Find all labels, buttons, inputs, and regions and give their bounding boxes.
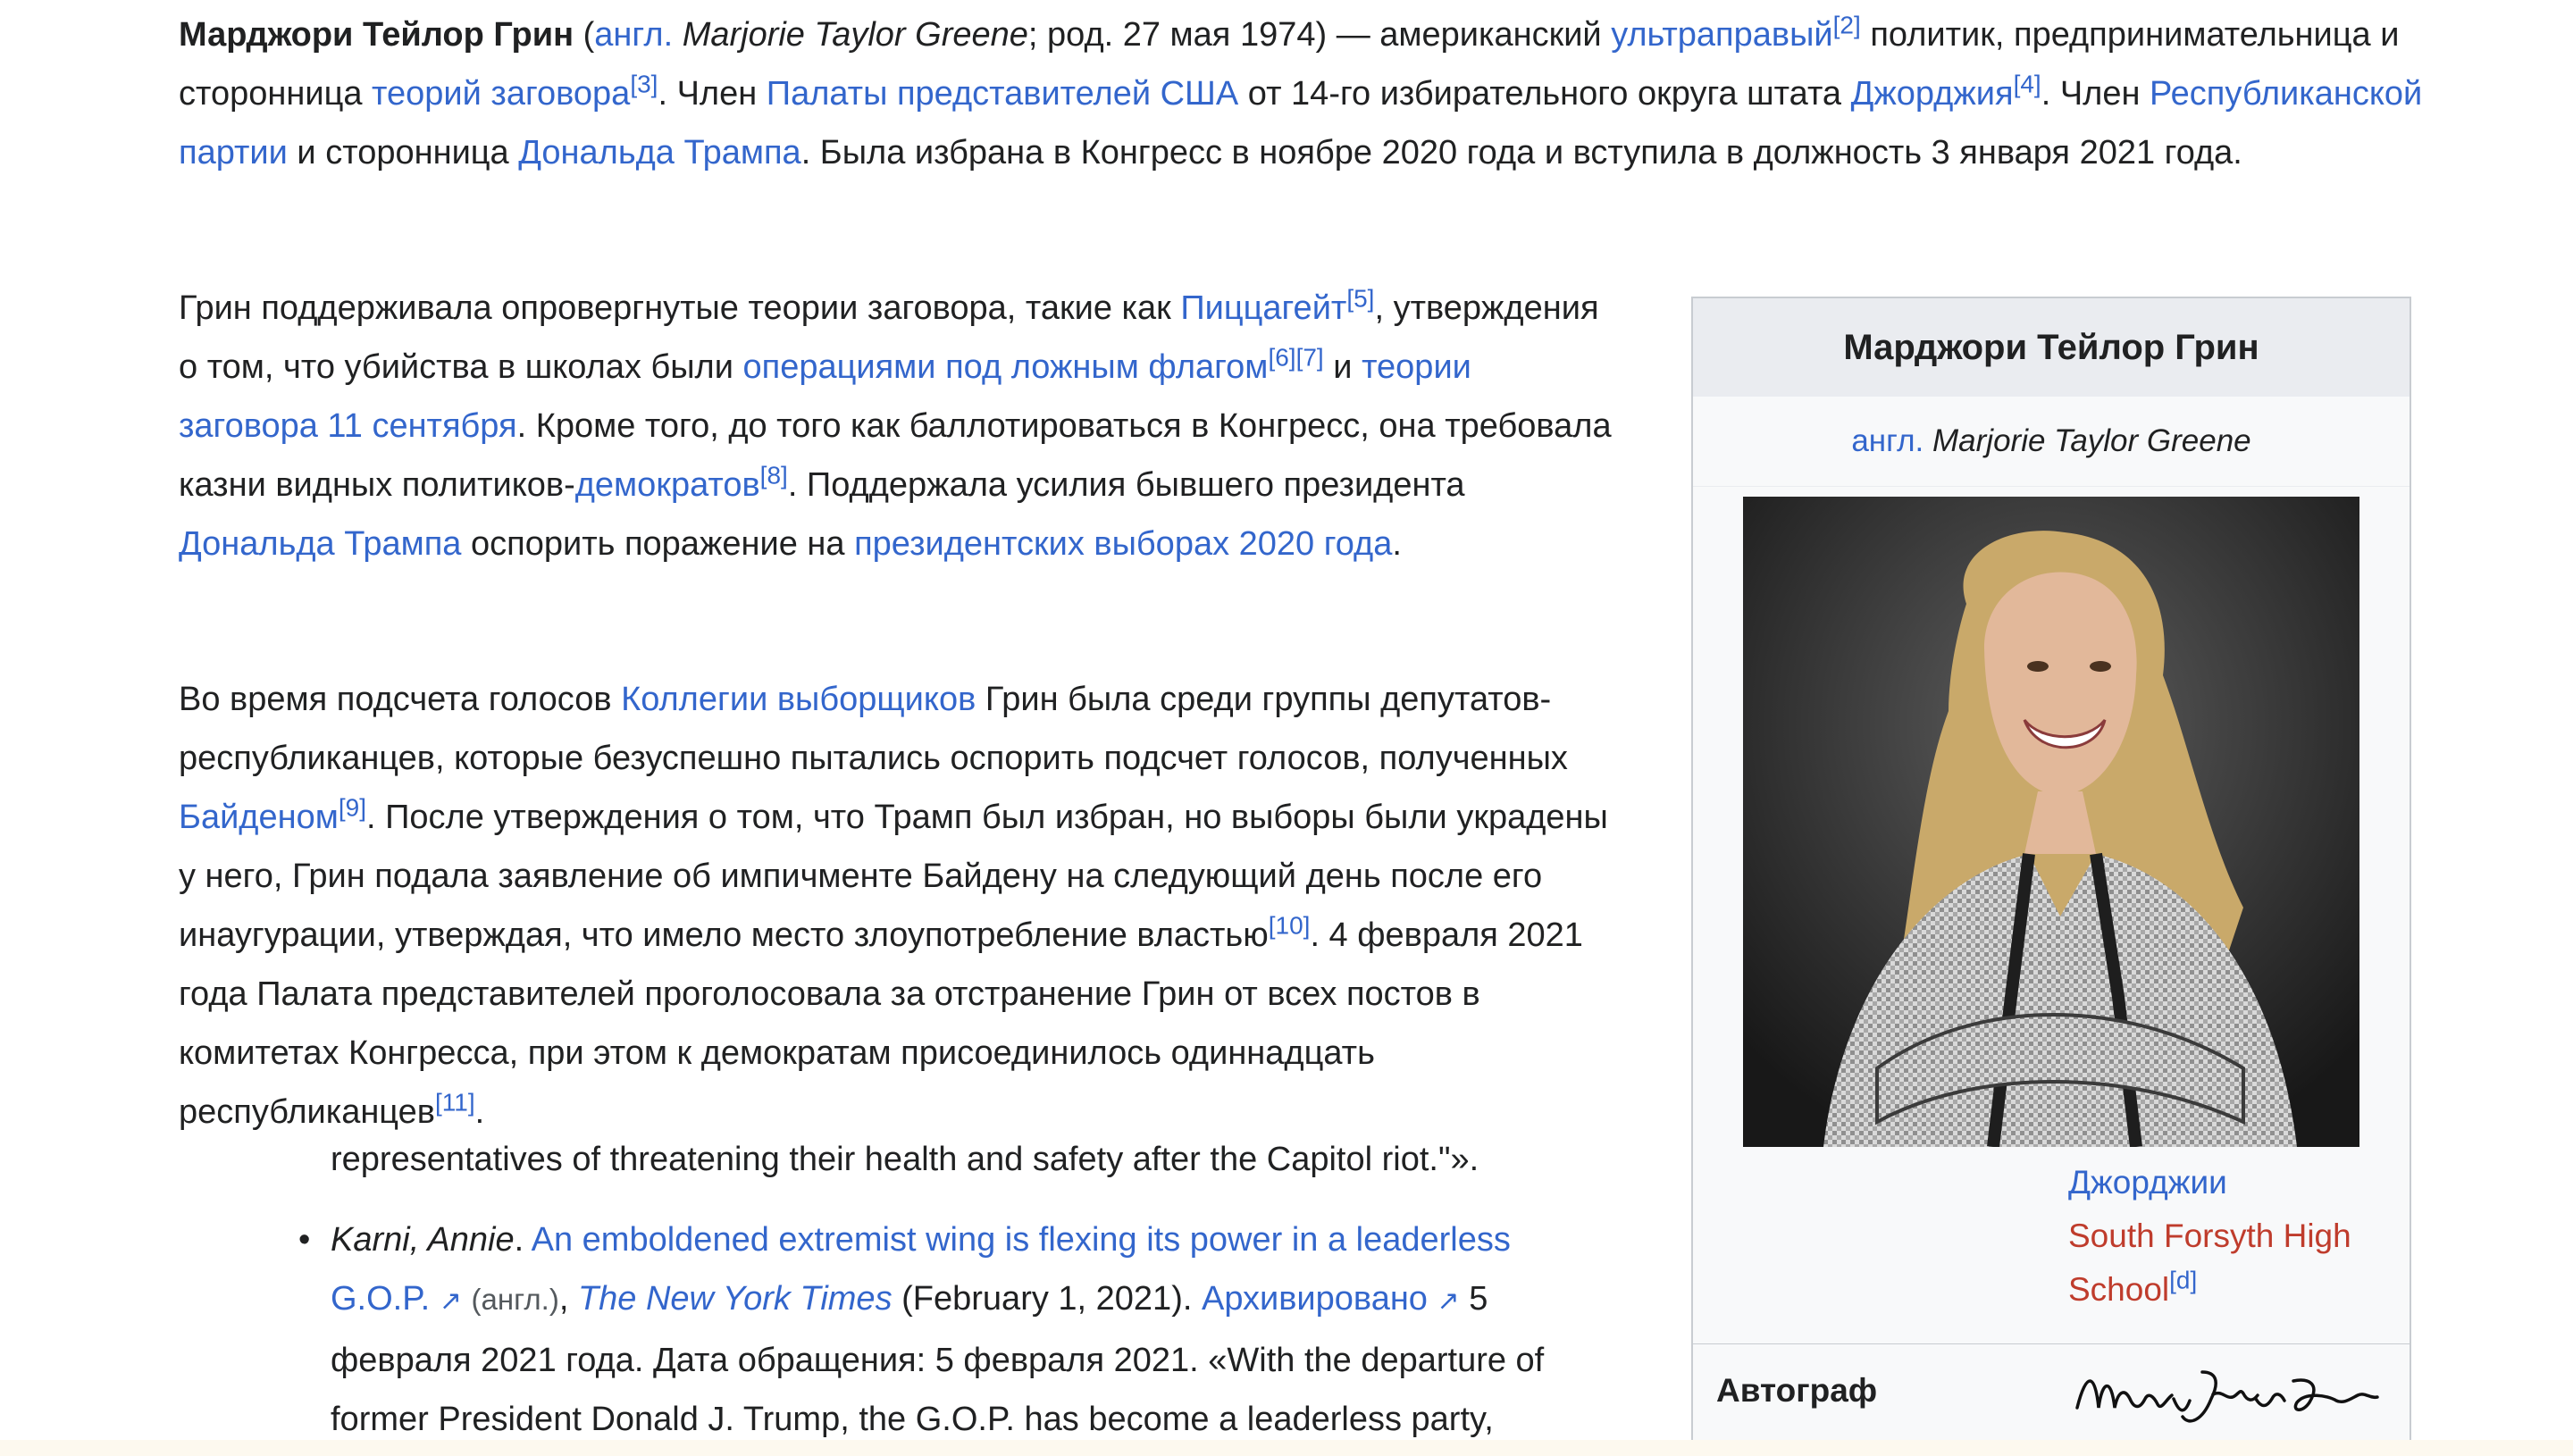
reference-quote-tail: representatives of threatening their hea… (331, 1141, 1479, 1178)
infobox-title: Марджори Тейлор Грин (1693, 298, 2410, 397)
link-pizzagate[interactable]: Пиццагейт (1180, 289, 1346, 327)
link-elections-2020[interactable]: президентских выборах 2020 года (854, 525, 1392, 563)
link-conspiracy-theories[interactable]: теорий заговора (372, 75, 630, 113)
ref-11[interactable]: [11] (435, 1088, 475, 1116)
ref-6[interactable]: [6] (1268, 343, 1295, 371)
reference-list: Karni, Annie. An emboldened extremist wi… (298, 1210, 1617, 1449)
ref-2[interactable]: [2] (1833, 11, 1861, 38)
link-georgia[interactable]: Джорджия (1851, 75, 2014, 113)
link-false-flag[interactable]: операциями под ложным флагом (743, 348, 1269, 386)
infobox-link-school[interactable]: South Forsyth High School (2068, 1218, 2351, 1308)
ref-archive-link[interactable]: Архивировано (1202, 1280, 1428, 1318)
external-link-icon: ↗ (439, 1286, 462, 1316)
link-trump[interactable]: Дональда Трампа (518, 134, 800, 172)
lang-link[interactable]: англ. (594, 16, 673, 54)
infobox-lang-link[interactable]: англ. (1851, 412, 1923, 471)
ref-3[interactable]: [3] (630, 70, 658, 97)
ref-newspaper-link[interactable]: The New York Times (578, 1280, 893, 1318)
ref-author: Karni, Annie (331, 1221, 515, 1259)
link-ultra-right[interactable]: ультраправый (1611, 16, 1832, 54)
electoral-paragraph: Во время подсчета голосов Коллегии выбор… (179, 681, 1608, 1131)
ref-10[interactable]: [10] (1269, 911, 1311, 939)
subject-name: Марджори Тейлор Грин (179, 16, 574, 54)
infobox-education: Джорджии South Forsyth High School[d] (2068, 1156, 2390, 1317)
reference-item: Karni, Annie. An emboldened extremist wi… (298, 1210, 1617, 1449)
infobox-native-name: англ. Marjorie Taylor Greene (1693, 397, 2410, 487)
infobox-link-georgia[interactable]: Джорджии (2068, 1164, 2227, 1201)
link-electoral-college[interactable]: Коллегии выборщиков (621, 681, 976, 718)
ref-d[interactable]: [d] (2169, 1267, 2197, 1294)
portrait-illustration (1743, 497, 2359, 1147)
ref-7[interactable]: [7] (1296, 343, 1324, 371)
intro-paragraph: Марджори Тейлор Грин (англ. Marjorie Tay… (179, 11, 2423, 172)
conspiracy-paragraph: Грин поддерживала опровергнутые теории з… (179, 284, 1612, 563)
external-link-icon: ↗ (1437, 1286, 1460, 1316)
ref-lang: (англ.) (471, 1283, 559, 1316)
page-bottom-strip (0, 1440, 2573, 1456)
ref-5[interactable]: [5] (1346, 284, 1374, 312)
link-biden[interactable]: Байденом (179, 799, 339, 836)
link-trump-2[interactable]: Дональда Трампа (179, 525, 461, 563)
portrait-photo[interactable] (1743, 497, 2359, 1147)
infobox-divider (1693, 1343, 2410, 1344)
link-democrats[interactable]: демократов (575, 466, 760, 504)
signature-image[interactable] (2068, 1345, 2390, 1443)
link-house[interactable]: Палаты представителей США (767, 75, 1238, 113)
infobox: Марджори Тейлор Грин англ. Marjorie Tayl… (1691, 297, 2411, 1456)
ref-4[interactable]: [4] (2014, 70, 2041, 97)
ref-9[interactable]: [9] (339, 793, 366, 821)
ref-8[interactable]: [8] (760, 461, 788, 489)
autograph-label: Автограф (1716, 1372, 1878, 1409)
